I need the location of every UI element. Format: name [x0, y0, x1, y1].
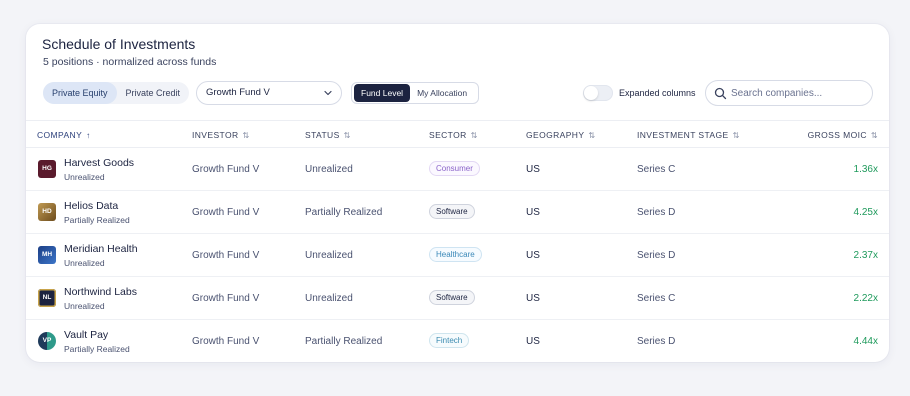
toggle-knob	[584, 86, 598, 100]
page-title: Schedule of Investments	[42, 36, 196, 52]
stage-cell: Series D	[637, 250, 676, 261]
stage-cell: Series C	[637, 293, 676, 304]
column-header-company[interactable]: COMPANY ↑	[37, 130, 91, 140]
table-row[interactable]: MH Meridian Health Unrealized Growth Fun…	[26, 234, 889, 277]
search-input[interactable]	[731, 85, 866, 101]
company-status: Partially Realized	[64, 215, 130, 225]
table-row[interactable]: VP Vault Pay Partially Realized Growth F…	[26, 320, 889, 363]
column-label: GROSS MOIC	[807, 130, 867, 140]
status-cell: Partially Realized	[305, 207, 383, 218]
sort-icon: ⇅	[343, 130, 351, 140]
investor-cell: Growth Fund V	[192, 293, 260, 304]
fund-select-value: Growth Fund V	[206, 87, 270, 98]
company-name[interactable]: Harvest Goods	[64, 157, 134, 169]
investor-cell: Growth Fund V	[192, 164, 260, 175]
table-row[interactable]: HD Helios Data Partially Realized Growth…	[26, 191, 889, 234]
company-status: Partially Realized	[64, 344, 130, 354]
sort-icon: ⇅	[870, 130, 878, 140]
stage-cell: Series D	[637, 336, 676, 347]
geography-cell: US	[526, 336, 540, 347]
company-name[interactable]: Meridian Health	[64, 243, 138, 255]
status-cell: Partially Realized	[305, 336, 383, 347]
tab-private-credit[interactable]: Private Credit	[117, 82, 190, 104]
company-name[interactable]: Helios Data	[64, 200, 118, 212]
column-label: STATUS	[305, 130, 340, 140]
fund-select[interactable]: Growth Fund V	[196, 81, 342, 105]
page-subtitle: 5 positions · normalized across funds	[43, 56, 217, 68]
sector-badge: Healthcare	[429, 247, 482, 262]
stage-cell: Series D	[637, 207, 676, 218]
status-cell: Unrealized	[305, 250, 353, 261]
company-logo: NL	[38, 289, 56, 307]
moic-cell: 4.25x	[853, 207, 878, 218]
sort-ascending-icon: ↑	[86, 130, 91, 140]
expanded-columns-toggle[interactable]	[583, 85, 613, 101]
column-label: INVESTOR	[192, 130, 239, 140]
column-label: SECTOR	[429, 130, 467, 140]
geography-cell: US	[526, 293, 540, 304]
geography-cell: US	[526, 207, 540, 218]
stage-cell: Series C	[637, 164, 676, 175]
table-row[interactable]: HG Harvest Goods Unrealized Growth Fund …	[26, 148, 889, 191]
investor-cell: Growth Fund V	[192, 207, 260, 218]
company-status: Unrealized	[64, 172, 105, 182]
column-label: INVESTMENT STAGE	[637, 130, 729, 140]
geography-cell: US	[526, 250, 540, 261]
sector-badge: Fintech	[429, 333, 470, 348]
geography-cell: US	[526, 164, 540, 175]
column-header-investor[interactable]: INVESTOR ⇅	[192, 130, 250, 140]
table-header: COMPANY ↑ INVESTOR ⇅ STATUS ⇅ SECTOR ⇅ GEOGR…	[26, 120, 889, 148]
company-logo: HD	[38, 203, 56, 221]
company-status: Unrealized	[64, 258, 105, 268]
sort-icon: ⇅	[732, 130, 740, 140]
company-logo: VP	[38, 332, 56, 350]
company-logo: HG	[38, 160, 56, 178]
status-cell: Unrealized	[305, 164, 353, 175]
sort-icon: ⇅	[470, 130, 478, 140]
column-header-investment-stage[interactable]: INVESTMENT STAGE ⇅	[637, 130, 740, 140]
search-box[interactable]	[705, 80, 873, 106]
sort-icon: ⇅	[242, 130, 250, 140]
moic-cell: 2.22x	[853, 293, 878, 304]
search-icon	[714, 87, 727, 100]
sector-badge: Software	[429, 204, 475, 219]
moic-cell: 2.37x	[853, 250, 878, 261]
status-cell: Unrealized	[305, 293, 353, 304]
column-header-gross-moic[interactable]: GROSS MOIC ⇅	[808, 130, 878, 140]
column-header-sector[interactable]: SECTOR ⇅	[429, 130, 478, 140]
company-status: Unrealized	[64, 301, 105, 311]
column-label: COMPANY	[37, 130, 83, 140]
investor-cell: Growth Fund V	[192, 336, 260, 347]
expanded-columns-label: Expanded columns	[619, 88, 696, 98]
tab-my-allocation[interactable]: My Allocation	[410, 84, 474, 102]
sort-icon: ⇅	[588, 130, 596, 140]
moic-cell: 1.36x	[853, 164, 878, 175]
sector-badge: Consumer	[429, 161, 480, 176]
company-name[interactable]: Vault Pay	[64, 329, 108, 341]
company-name[interactable]: Northwind Labs	[64, 286, 137, 298]
investments-card: Schedule of Investments 5 positions · no…	[26, 24, 889, 362]
chevron-down-icon	[324, 90, 332, 96]
company-logo: MH	[38, 246, 56, 264]
column-label: GEOGRAPHY	[526, 130, 585, 140]
sector-badge: Software	[429, 290, 475, 305]
table-row[interactable]: NL Northwind Labs Unrealized Growth Fund…	[26, 277, 889, 320]
tab-private-equity[interactable]: Private Equity	[43, 82, 117, 104]
asset-class-tabs: Private Equity Private Credit	[43, 82, 189, 104]
moic-cell: 4.44x	[853, 336, 878, 347]
column-header-geography[interactable]: GEOGRAPHY ⇅	[526, 130, 596, 140]
column-header-status[interactable]: STATUS ⇅	[305, 130, 351, 140]
view-tabs: Fund Level My Allocation	[351, 82, 479, 104]
tab-fund-level[interactable]: Fund Level	[354, 84, 411, 102]
investor-cell: Growth Fund V	[192, 250, 260, 261]
